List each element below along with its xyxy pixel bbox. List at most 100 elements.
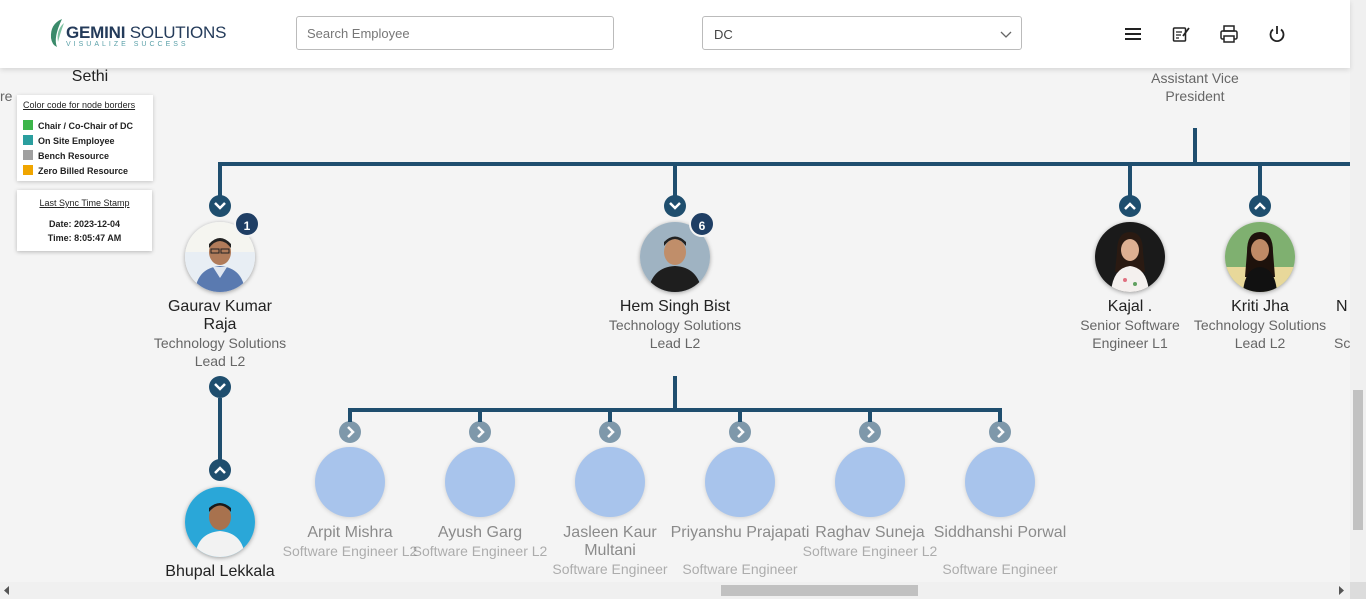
print-button[interactable] — [1219, 24, 1239, 44]
node-title-kajal: Senior Software Engineer L1 — [1080, 317, 1180, 351]
node-name: Siddhanshi Porwal — [933, 524, 1067, 541]
legend-label: Zero Billed Resource — [38, 166, 129, 176]
legend-label: Bench Resource — [38, 151, 110, 161]
print-icon — [1220, 25, 1238, 43]
menu-button[interactable] — [1123, 24, 1143, 44]
chevron-up-icon — [1254, 202, 1266, 210]
legend-label: On Site Employee — [38, 136, 115, 146]
legend-item-zero-billed: Zero Billed Resource — [23, 165, 128, 176]
node-title: Software Engineer — [942, 561, 1058, 577]
department-select-value: DC — [714, 27, 733, 42]
leaf-logo-icon — [50, 19, 64, 47]
node-name-kajal: Kajal . — [1107, 298, 1153, 315]
notes-icon — [1172, 27, 1190, 42]
node-name: Jasleen Kaur Multani — [563, 524, 657, 559]
toggle-priyanshu[interactable] — [729, 421, 751, 443]
sync-timestamp-card: Last Sync Time Stamp Date: 2023-12-04 Ti… — [17, 190, 152, 251]
logo-suffix: SOLUTIONS — [129, 23, 227, 42]
partial-node-text-left: re — [0, 88, 13, 104]
avatar-placeholder[interactable] — [835, 447, 905, 517]
company-logo[interactable]: GEMINI SOLUTIONS VISUALIZE SUCCESS — [48, 18, 226, 50]
person-photo-icon — [185, 487, 255, 557]
expand-toggle-kriti[interactable] — [1249, 195, 1271, 217]
sync-title: Last Sync Time Stamp — [39, 198, 130, 208]
direct-reports-badge: 1 — [234, 211, 260, 237]
logo-brand: GEMINI — [66, 23, 126, 42]
legend-item-chair: Chair / Co-Chair of DC — [23, 120, 133, 131]
person-photo-icon — [1225, 222, 1295, 292]
vertical-scroll-thumb[interactable] — [1353, 390, 1363, 530]
sync-time: Time: 8:05:47 AM — [47, 233, 122, 243]
top-navigation-bar: GEMINI SOLUTIONS VISUALIZE SUCCESS DC — [0, 0, 1350, 68]
avatar-placeholder[interactable] — [575, 447, 645, 517]
horizontal-scrollbar[interactable] — [0, 582, 1350, 599]
node-title-gaurav: Technology Solutions Lead L2 — [153, 335, 287, 369]
avatar-placeholder[interactable] — [315, 447, 385, 517]
direct-reports-badge: 6 — [689, 211, 715, 237]
node-name-hem: Hem Singh Bist — [619, 298, 731, 315]
horizontal-scroll-thumb[interactable] — [721, 585, 918, 596]
expand-toggle-gaurav[interactable] — [209, 376, 231, 398]
node-title: Software Engineer L2 — [282, 543, 418, 559]
chevron-up-icon — [214, 466, 226, 474]
search-employee-input[interactable] — [296, 16, 614, 50]
chevron-right-icon — [997, 426, 1005, 438]
collapse-toggle-bhupal[interactable] — [209, 459, 231, 481]
logout-button[interactable] — [1267, 24, 1287, 44]
node-name: Raghav Suneja — [815, 524, 925, 541]
logo-wordmark: GEMINI SOLUTIONS — [66, 23, 226, 43]
toggle-ayush[interactable] — [469, 421, 491, 443]
node-title: Software Engineer — [552, 561, 668, 577]
node-name-kriti: Kriti Jha — [1231, 298, 1289, 315]
legend-swatch-teal — [23, 135, 33, 145]
node-title-kriti: Technology Solutions Lead L2 — [1193, 317, 1327, 351]
collapse-toggle-hem[interactable] — [664, 195, 686, 217]
node-name-bhupal: Bhupal Lekkala — [165, 563, 275, 580]
person-photo-icon — [1095, 222, 1165, 292]
avatar-kajal[interactable] — [1095, 222, 1165, 292]
chevron-right-icon — [347, 426, 355, 438]
node-name: Priyanshu Prajapati — [670, 524, 810, 541]
logo-tagline: VISUALIZE SUCCESS — [66, 41, 189, 48]
chevron-right-icon — [607, 426, 615, 438]
scroll-right-arrow-icon[interactable] — [1337, 586, 1345, 595]
toggle-siddhanshi[interactable] — [989, 421, 1011, 443]
expand-toggle-kajal[interactable] — [1119, 195, 1141, 217]
node-title: Software Engineer L2 — [802, 543, 938, 559]
collapse-toggle-gaurav[interactable] — [209, 195, 231, 217]
node-title-hem: Technology Solutions Lead L2 — [608, 317, 742, 351]
legend-label: Chair / Co-Chair of DC — [38, 121, 134, 131]
node-name-gaurav: Gaurav Kumar Raja — [167, 298, 273, 333]
toggle-jasleen[interactable] — [599, 421, 621, 443]
partial-node-name-left: Sethi — [71, 68, 109, 85]
partial-node-title-top-right: Assistant Vice President — [1151, 70, 1239, 104]
color-legend: Color code for node borders Chair / Co-C… — [17, 95, 153, 181]
chevron-down-icon — [214, 202, 226, 210]
toggle-raghav[interactable] — [859, 421, 881, 443]
scroll-left-arrow-icon[interactable] — [3, 586, 11, 595]
chevron-down-icon — [669, 202, 681, 210]
legend-title: Color code for node borders — [23, 100, 136, 110]
avatar-bhupal[interactable] — [185, 487, 255, 557]
toggle-arpit[interactable] — [339, 421, 361, 443]
chevron-down-icon — [1000, 31, 1012, 38]
avatar-placeholder[interactable] — [705, 447, 775, 517]
avatar-placeholder[interactable] — [965, 447, 1035, 517]
notes-button[interactable] — [1171, 24, 1191, 44]
chevron-down-icon — [214, 383, 226, 391]
vertical-scrollbar[interactable] — [1350, 0, 1366, 582]
legend-item-bench: Bench Resource — [23, 150, 109, 161]
avatar-kriti[interactable] — [1225, 222, 1295, 292]
chevron-up-icon — [1124, 202, 1136, 210]
node-title: Software Engineer L2 — [412, 543, 548, 559]
legend-swatch-green — [23, 120, 33, 130]
menu-icon — [1125, 28, 1141, 40]
node-name: Ayush Garg — [437, 524, 523, 541]
legend-item-onsite: On Site Employee — [23, 135, 115, 146]
chevron-right-icon — [477, 426, 485, 438]
legend-swatch-orange — [23, 165, 33, 175]
chevron-right-icon — [867, 426, 875, 438]
department-select[interactable]: DC — [702, 16, 1022, 50]
avatar-placeholder[interactable] — [445, 447, 515, 517]
node-name: Arpit Mishra — [307, 524, 393, 541]
